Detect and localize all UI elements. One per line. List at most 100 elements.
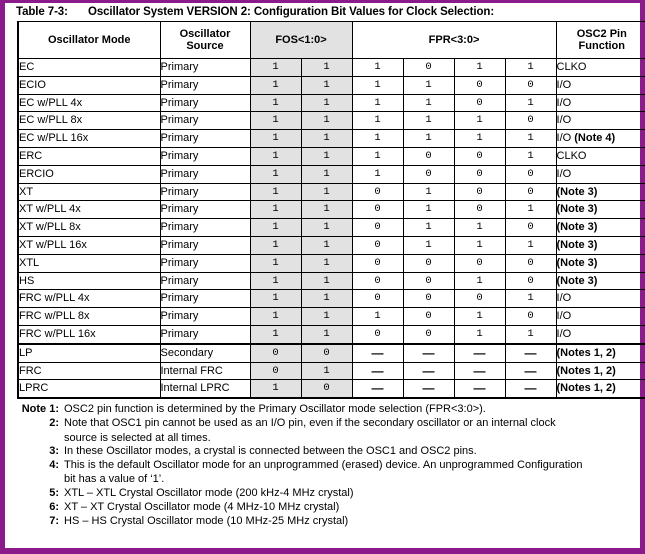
cell-osc2-pin-function: (Note 3) (555, 271, 645, 291)
footnote-text: This is the default Oscillator mode for … (64, 459, 583, 472)
table-row: FRC w/PLL 8x Primary 1 1 1 0 1 0 I/O (17, 307, 645, 326)
cell-fos-bit: 1 (249, 111, 302, 131)
config-table-wrapper: Oscillator Mode Oscillator Source FOS<1:… (17, 21, 645, 400)
cell-oscillator-source: Internal LPRC (159, 379, 251, 400)
cell-fpr-bit: 1 (504, 58, 557, 77)
cell-fos-bit: 1 (249, 289, 302, 309)
cell-fos-bit: 1 (300, 129, 353, 148)
footnote-text: Note that OSC1 pin cannot be used as an … (64, 417, 556, 430)
cell-oscillator-mode: XT w/PLL 16x (17, 235, 161, 255)
cell-fpr-bit: 1 (351, 129, 404, 148)
cell-oscillator-source: Primary (159, 146, 251, 166)
table-row: HS Primary 1 1 0 0 1 0 (Note 3) (17, 271, 645, 291)
cell-fpr-bit: 0 (351, 200, 404, 220)
osc2-note-ref: (Note 3) (556, 238, 598, 251)
cell-fos-bit: 1 (300, 218, 353, 237)
cell-osc2-pin-function: I/O (Note 4) (555, 129, 645, 148)
cell-fpr-bit: 0 (351, 271, 404, 291)
footnote-text: XTL – XTL Crystal Oscillator mode (200 k… (64, 487, 354, 500)
cell-fos-bit: 1 (249, 164, 302, 184)
table-row: XT w/PLL 16x Primary 1 1 0 1 1 1 (Note 3) (17, 235, 645, 255)
footnote-text: HS – HS Crystal Oscillator mode (10 MHz-… (64, 515, 349, 528)
table-row: FRC w/PLL 16x Primary 1 1 0 0 1 1 I/O (17, 324, 645, 345)
cell-fos-bit: 1 (300, 146, 353, 166)
cell-oscillator-source: Primary (159, 253, 251, 273)
cell-oscillator-source: Primary (159, 164, 251, 184)
table-row: ERCIO Primary 1 1 1 0 0 0 I/O (17, 164, 645, 184)
footnote-item: 4: This is the default Oscillator mode fo… (17, 459, 629, 473)
table-caption: Table 7-3: Oscillator System VERSION 2: … (5, 3, 640, 21)
osc2-value: CLKO (556, 61, 587, 73)
table-header: Oscillator Mode Oscillator Source FOS<1:… (17, 21, 645, 59)
table-body: EC Primary 1 1 1 0 1 1 CLKO ECIO Primary 1 1 1 1 0 0 I/O E… (17, 58, 645, 400)
cell-fpr-bit: 1 (453, 307, 506, 326)
cell-osc2-pin-function: (Note 3) (555, 235, 645, 255)
cell-fpr-bit: 0 (453, 93, 506, 113)
footnote-number: Note 1: (21, 403, 59, 416)
footnote-item: Note 1: OSC2 pin function is determined b… (17, 403, 629, 417)
header-osc2-pin-function: OSC2 Pin Function (555, 21, 645, 59)
osc2-value: I/O (556, 292, 572, 305)
table-row: LP Secondary 0 0— — — — (Notes 1, 2) (17, 342, 645, 363)
cell-fos-bit: 1 (300, 324, 353, 345)
cell-fpr-bit: 1 (402, 93, 455, 113)
footnote-number: 5: (49, 487, 59, 500)
osc2-note-ref: (Notes 1, 2) (556, 364, 616, 377)
cell-oscillator-mode: EC w/PLL 4x (17, 93, 161, 113)
cell-fpr-bit: 1 (504, 129, 557, 148)
cell-fos-bit: 1 (249, 271, 302, 291)
cell-fpr-dash: — (402, 342, 455, 363)
osc2-note-ref: (Notes 1, 2) (556, 346, 616, 359)
cell-fpr-bit: 1 (453, 271, 506, 291)
osc2-value: CLKO (556, 149, 587, 162)
table-row: EC w/PLL 4x Primary 1 1 1 1 0 1 I/O (17, 93, 645, 113)
cell-fpr-bit: 0 (504, 111, 557, 131)
cell-oscillator-source: Primary (159, 307, 251, 326)
footnote-number: 7: (49, 515, 59, 528)
cell-fos-bit: 1 (249, 307, 302, 326)
cell-fpr-bit: 0 (504, 271, 557, 291)
cell-fpr-bit: 1 (453, 129, 506, 148)
cell-osc2-pin-function: CLKO (555, 58, 645, 77)
cell-fos-bit: 0 (300, 379, 353, 400)
cell-fos-bit: 0 (249, 342, 302, 363)
cell-fos-bit: 0 (300, 342, 353, 363)
table-row: ECIO Primary 1 1 1 1 0 0 I/O (17, 75, 645, 95)
cell-fpr-bit: 1 (351, 58, 404, 77)
cell-fos-bit: 1 (300, 182, 353, 202)
cell-fpr-bit: 0 (402, 307, 455, 326)
cell-fpr-dash: — (453, 361, 506, 381)
cell-oscillator-source: Primary (159, 129, 251, 148)
cell-fpr-bit: 1 (402, 111, 455, 131)
cell-oscillator-mode: HS (17, 271, 161, 291)
cell-fos-bit: 1 (249, 218, 302, 237)
osc2-value: I/O (556, 310, 572, 323)
footnote-item: 7: HS – HS Crystal Oscillator mode (10 MH… (17, 515, 629, 529)
cell-fpr-dash: — (504, 361, 557, 381)
osc2-note-ref: (Note 4) (574, 132, 616, 145)
cell-fpr-bit: 1 (504, 146, 557, 166)
cell-fpr-dash: — (402, 361, 455, 381)
osc2-note-ref: (Notes 1, 2) (556, 382, 616, 395)
cell-fpr-bit: 0 (453, 253, 506, 273)
cell-fpr-bit: 1 (351, 93, 404, 113)
cell-fos-bit: 1 (300, 271, 353, 291)
cell-fos-bit: 1 (300, 93, 353, 113)
cell-fpr-bit: 1 (402, 182, 455, 202)
cell-fos-bit: 1 (300, 75, 353, 95)
footnote-item: 5: XTL – XTL Crystal Oscillator mode (200… (17, 487, 629, 501)
cell-oscillator-mode: XT w/PLL 4x (17, 200, 161, 220)
cell-fos-bit: 1 (300, 164, 353, 184)
cell-osc2-pin-function: (Note 3) (555, 253, 645, 273)
footnote-number: 3: (49, 445, 59, 458)
cell-fpr-bit: 0 (504, 253, 557, 273)
oscillator-config-table: Oscillator Mode Oscillator Source FOS<1:… (17, 21, 645, 400)
cell-fos-bit: 1 (249, 253, 302, 273)
cell-oscillator-source: Primary (159, 200, 251, 220)
osc2-note-ref: (Note 3) (556, 221, 598, 234)
footnote-number: 6: (49, 501, 59, 514)
cell-fpr-dash: — (351, 361, 404, 381)
cell-fos-bit: 1 (300, 58, 353, 77)
cell-fos-bit: 0 (249, 361, 302, 381)
cell-oscillator-source: Internal FRC (159, 361, 251, 381)
